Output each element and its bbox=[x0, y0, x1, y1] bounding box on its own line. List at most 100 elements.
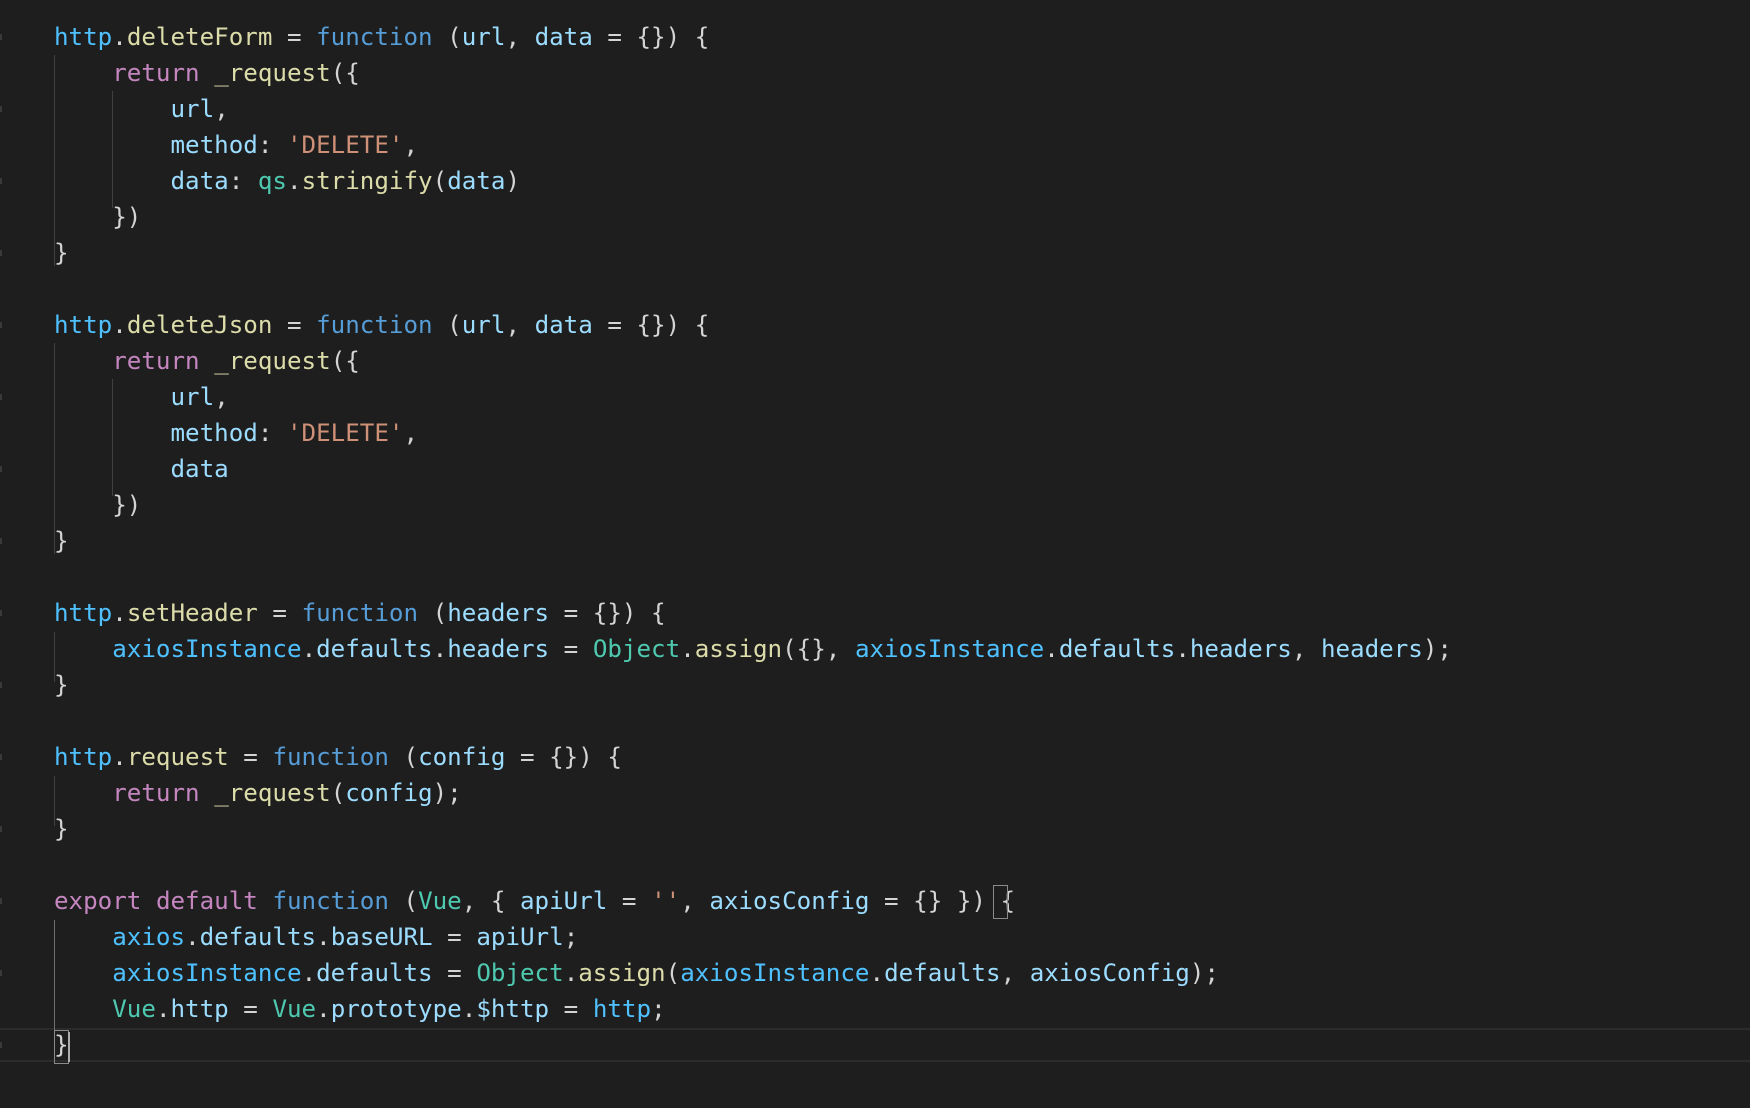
token-punctuation: ; bbox=[651, 995, 666, 1023]
gutter-marker bbox=[0, 682, 2, 688]
token-punctuation: : bbox=[257, 131, 287, 159]
token-punctuation: } bbox=[54, 815, 69, 843]
token-punctuation: ( bbox=[665, 959, 681, 987]
code-line[interactable]: }) bbox=[0, 487, 1750, 523]
code-line[interactable]: } bbox=[0, 523, 1750, 559]
token-punctuation bbox=[54, 923, 112, 951]
code-line[interactable]: http.deleteJson = function (url, data = … bbox=[0, 307, 1750, 343]
code-line-text: axiosInstance.defaults = Object.assign(a… bbox=[54, 955, 1219, 991]
token-keyword: function bbox=[272, 743, 389, 771]
token-variable: baseURL bbox=[330, 923, 433, 951]
code-line[interactable]: } bbox=[0, 235, 1750, 271]
gutter-marker bbox=[0, 610, 2, 616]
token-punctuation bbox=[54, 131, 171, 159]
code-line-text: } bbox=[54, 811, 69, 847]
matching-bracket-open bbox=[993, 885, 1008, 919]
token-function-name: stringify bbox=[301, 167, 433, 195]
token-variable: apiUrl bbox=[476, 923, 564, 951]
code-line-text: url, bbox=[54, 379, 229, 415]
token-punctuation: . bbox=[563, 959, 579, 987]
token-variable: url bbox=[170, 95, 215, 123]
code-line[interactable]: Vue.http = Vue.prototype.$http = http; bbox=[0, 991, 1750, 1027]
token-punctuation: ({}, bbox=[782, 635, 855, 663]
token-object: axiosInstance bbox=[854, 635, 1045, 663]
token-punctuation: = {}) { bbox=[505, 743, 622, 771]
code-line[interactable] bbox=[0, 847, 1750, 883]
code-line[interactable] bbox=[0, 703, 1750, 739]
code-line[interactable]: return _request({ bbox=[0, 55, 1750, 91]
code-line[interactable]: axiosInstance.defaults = Object.assign(a… bbox=[0, 955, 1750, 991]
token-punctuation: . bbox=[185, 923, 200, 951]
token-punctuation: }) bbox=[54, 203, 142, 231]
token-class-name: Object bbox=[592, 635, 681, 663]
token-punctuation bbox=[54, 59, 112, 87]
token-object: http bbox=[54, 599, 113, 627]
code-line[interactable]: return _request({ bbox=[0, 343, 1750, 379]
token-keyword: function bbox=[272, 887, 389, 915]
token-variable: url bbox=[461, 311, 506, 339]
code-line[interactable]: return _request(config); bbox=[0, 775, 1750, 811]
code-line[interactable]: } bbox=[0, 1027, 1750, 1063]
code-line-text: return _request({ bbox=[54, 343, 360, 379]
code-line-text: http.setHeader = function (headers = {})… bbox=[54, 595, 666, 631]
token-object: http bbox=[54, 23, 113, 51]
token-punctuation: ( bbox=[330, 779, 346, 807]
code-line[interactable]: }) bbox=[0, 199, 1750, 235]
gutter-marker bbox=[0, 970, 2, 976]
token-punctuation bbox=[54, 383, 171, 411]
code-editor[interactable]: http.deleteForm = function (url, data = … bbox=[0, 0, 1750, 1108]
code-line[interactable]: http.request = function (config = {}) { bbox=[0, 739, 1750, 775]
token-punctuation: = bbox=[432, 959, 477, 987]
token-variable: axiosConfig bbox=[709, 887, 870, 915]
token-punctuation: . bbox=[112, 311, 127, 339]
token-punctuation: = bbox=[272, 23, 317, 51]
code-line[interactable]: } bbox=[0, 811, 1750, 847]
token-function-name: setHeader bbox=[126, 599, 258, 627]
code-line[interactable]: export default function (Vue, { apiUrl =… bbox=[0, 883, 1750, 919]
token-variable: headers bbox=[1189, 635, 1292, 663]
token-punctuation: = bbox=[432, 923, 477, 951]
token-variable: data bbox=[534, 23, 593, 51]
token-variable: defaults bbox=[199, 923, 317, 951]
token-variable: $http bbox=[476, 995, 550, 1023]
code-line-text: axios.defaults.baseURL = apiUrl; bbox=[54, 919, 578, 955]
code-line[interactable]: url, bbox=[0, 379, 1750, 415]
token-punctuation: , bbox=[1000, 959, 1030, 987]
code-line[interactable]: http.setHeader = function (headers = {})… bbox=[0, 595, 1750, 631]
token-punctuation: : bbox=[228, 167, 258, 195]
token-function-name: _request bbox=[214, 779, 331, 807]
code-line-text: } bbox=[54, 667, 69, 703]
token-punctuation: ); bbox=[1189, 959, 1219, 987]
code-line[interactable]: url, bbox=[0, 91, 1750, 127]
token-punctuation: } bbox=[54, 239, 69, 267]
code-line-text: method: 'DELETE', bbox=[54, 127, 419, 163]
code-line[interactable]: http.deleteForm = function (url, data = … bbox=[0, 19, 1750, 55]
code-line[interactable]: data bbox=[0, 451, 1750, 487]
token-punctuation: } bbox=[54, 671, 69, 699]
code-line[interactable] bbox=[0, 559, 1750, 595]
token-punctuation: : bbox=[257, 419, 287, 447]
code-line[interactable]: axiosInstance.defaults.headers = Object.… bbox=[0, 631, 1750, 667]
token-punctuation: , bbox=[505, 23, 535, 51]
token-punctuation: . bbox=[287, 167, 302, 195]
token-punctuation: = {}) { bbox=[549, 599, 666, 627]
token-punctuation: = bbox=[549, 635, 593, 663]
code-line[interactable]: method: 'DELETE', bbox=[0, 127, 1750, 163]
token-punctuation: ( bbox=[432, 167, 448, 195]
code-line-text: } bbox=[54, 235, 69, 271]
token-punctuation bbox=[54, 995, 112, 1023]
code-line[interactable] bbox=[0, 271, 1750, 307]
token-variable: defaults bbox=[1058, 635, 1176, 663]
token-punctuation bbox=[54, 347, 112, 375]
code-line-text: url, bbox=[54, 91, 229, 127]
code-line[interactable]: axios.defaults.baseURL = apiUrl; bbox=[0, 919, 1750, 955]
code-line[interactable]: method: 'DELETE', bbox=[0, 415, 1750, 451]
token-punctuation: = bbox=[228, 743, 273, 771]
code-line-text: method: 'DELETE', bbox=[54, 415, 419, 451]
code-line[interactable]: } bbox=[0, 667, 1750, 703]
token-punctuation: . bbox=[301, 635, 317, 663]
gutter-marker bbox=[0, 538, 2, 544]
code-line[interactable]: data: qs.stringify(data) bbox=[0, 163, 1750, 199]
token-object: http bbox=[54, 311, 113, 339]
token-variable: defaults bbox=[316, 635, 433, 663]
